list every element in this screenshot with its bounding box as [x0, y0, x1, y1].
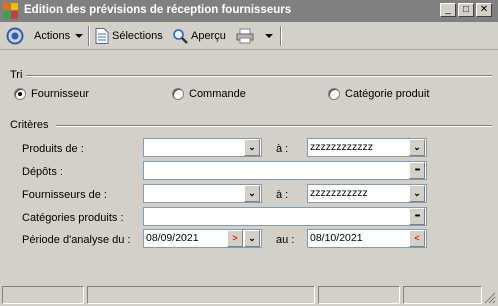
resize-grip-icon[interactable] [484, 292, 496, 304]
radio-button[interactable] [328, 88, 340, 100]
depots-field[interactable] [143, 161, 427, 180]
suppliers-from-label: Fournisseurs de : [22, 189, 107, 201]
target-icon [6, 27, 24, 45]
title-bar: Edition des prévisions de réception four… [0, 0, 498, 22]
close-button[interactable]: ✕ [476, 3, 492, 17]
chevron-down-icon [75, 34, 84, 38]
product-categories-field[interactable] [143, 207, 427, 226]
double-chevron-down-icon: ⌄ [413, 188, 421, 198]
products-from-label: Produits de : [22, 143, 84, 155]
print-button[interactable] [236, 26, 273, 46]
preview-button[interactable]: Aperçu [172, 26, 226, 46]
sort-option-category[interactable]: Catégorie produit [328, 88, 429, 100]
actions-label: Actions [34, 30, 71, 42]
period-from-calendar-dropdown[interactable]: ⌄ [244, 230, 260, 247]
chevron-down-icon: ⌄ [248, 233, 256, 243]
magnifier-icon [173, 29, 188, 44]
section-divider [56, 125, 492, 127]
status-pane [318, 286, 400, 304]
sort-option-order[interactable]: Commande [172, 88, 246, 100]
sort-option-label: Fournisseur [31, 88, 90, 100]
period-label: Période d'analyse du : [22, 234, 131, 246]
sort-option-supplier[interactable]: Fournisseur [14, 88, 89, 100]
product-categories-label: Catégories produits : [22, 212, 124, 224]
actions-menu[interactable]: Actions [34, 26, 84, 46]
printer-icon [236, 28, 254, 44]
suppliers-from-dropdown[interactable]: ⌄ [244, 185, 260, 202]
document-icon [95, 28, 109, 44]
toolbar-separator [88, 26, 90, 46]
period-to-label: au : [276, 234, 295, 246]
sort-heading: Tri [10, 69, 23, 81]
toolbar-separator [280, 26, 282, 46]
double-chevron-down-icon: ⌄ [248, 142, 256, 152]
radio-button[interactable] [172, 88, 184, 100]
toolbar: Actions Sélections Aperçu [0, 22, 498, 50]
arrow-left-icon: < [414, 233, 420, 243]
sort-option-label: Commande [189, 88, 246, 100]
selections-button[interactable]: Sélections [95, 26, 163, 46]
app-icon [3, 3, 19, 19]
suppliers-to-dropdown[interactable]: ⌄ [409, 185, 425, 202]
products-to-dropdown[interactable]: ⌄ [409, 139, 425, 156]
double-chevron-down-icon: ⌄ [413, 142, 421, 152]
arrow-right-icon: > [232, 233, 238, 243]
depots-browse-button[interactable]: ••• [409, 162, 425, 179]
products-from-dropdown[interactable]: ⌄ [244, 139, 260, 156]
double-chevron-down-icon: ⌄ [248, 188, 256, 198]
window-title: Edition des prévisions de réception four… [24, 4, 292, 16]
section-divider [26, 75, 492, 77]
ellipsis-icon: ••• [414, 167, 420, 174]
status-bar [0, 284, 498, 306]
minimize-button[interactable]: _ [440, 3, 456, 17]
status-pane [87, 286, 315, 304]
radio-button[interactable] [14, 88, 26, 100]
period-to-prev-button[interactable]: < [409, 230, 425, 247]
status-pane [403, 286, 482, 304]
product-categories-browse-button[interactable]: ••• [409, 208, 425, 225]
sort-option-label: Catégorie produit [345, 88, 430, 100]
preview-label: Aperçu [191, 30, 226, 42]
period-from-next-button[interactable]: > [227, 230, 243, 247]
depots-label: Dépôts : [22, 166, 63, 178]
selections-label: Sélections [112, 30, 163, 42]
status-pane [2, 286, 84, 304]
criteria-heading: Critères [10, 119, 49, 131]
refresh-button[interactable] [6, 26, 24, 46]
suppliers-to-label: à : [276, 189, 289, 201]
ellipsis-icon: ••• [414, 213, 420, 220]
chevron-down-icon [265, 34, 273, 38]
maximize-button[interactable]: □ [458, 3, 474, 17]
products-to-label: à : [276, 143, 289, 155]
